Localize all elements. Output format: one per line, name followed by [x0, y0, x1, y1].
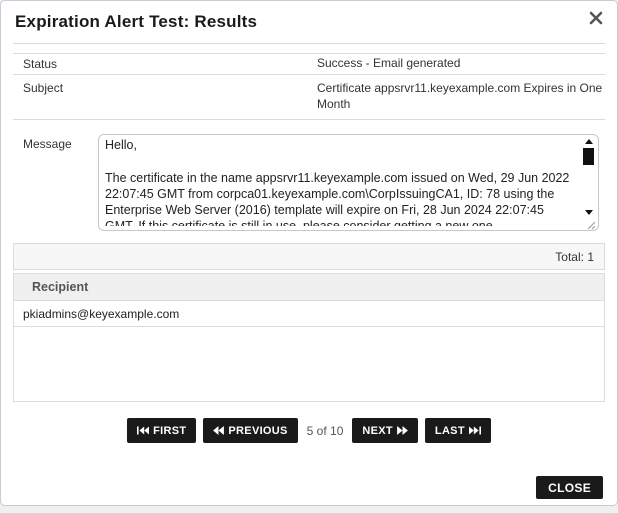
message-row: Message Hello, The certificate in the na… [13, 120, 605, 231]
subject-value: Certificate appsrvr11.keyexample.com Exp… [317, 77, 605, 116]
table-row: pkiadmins@keyexample.com [14, 301, 604, 327]
total-count: Total: 1 [555, 250, 594, 264]
subject-row: Subject Certificate appsrvr11.keyexample… [13, 74, 605, 120]
next-page-button[interactable]: NEXT [352, 418, 418, 443]
result-details: Status Success - Email generated Subject… [13, 53, 605, 231]
pagination-bar: FIRST PREVIOUS 5 of 10 NEXT LAST [1, 418, 617, 443]
scrollbar-thumb[interactable] [583, 148, 594, 165]
close-button[interactable]: CLOSE [536, 476, 603, 499]
message-textarea[interactable]: Hello, The certificate in the name appsr… [98, 134, 599, 231]
rewind-icon [213, 426, 224, 435]
scroll-down-icon[interactable] [585, 210, 593, 215]
recipient-email: pkiadmins@keyexample.com [23, 307, 179, 321]
status-row: Status Success - Email generated [13, 53, 605, 74]
message-scrollbar[interactable] [582, 138, 595, 215]
dialog-header: Expiration Alert Test: Results [1, 1, 617, 32]
skip-to-last-icon [469, 426, 481, 435]
close-icon[interactable] [587, 9, 605, 27]
fast-forward-icon [397, 426, 408, 435]
resize-grip-icon[interactable] [587, 219, 596, 228]
last-page-button[interactable]: LAST [425, 418, 491, 443]
recipients-table: Recipient pkiadmins@keyexample.com [13, 273, 605, 402]
message-label: Message [13, 134, 98, 231]
page-status: 5 of 10 [305, 424, 346, 438]
first-page-button[interactable]: FIRST [127, 418, 196, 443]
dialog-title: Expiration Alert Test: Results [15, 12, 603, 32]
subject-label: Subject [13, 77, 317, 116]
message-text: Hello, The certificate in the name appsr… [105, 137, 576, 226]
status-value: Success - Email generated [317, 56, 605, 72]
header-divider [13, 43, 605, 44]
scroll-up-icon[interactable] [585, 139, 593, 144]
dialog-footer: CLOSE [536, 476, 603, 499]
total-bar: Total: 1 [13, 243, 605, 270]
previous-page-button[interactable]: PREVIOUS [203, 418, 297, 443]
skip-to-first-icon [137, 426, 149, 435]
expiration-alert-results-dialog: Expiration Alert Test: Results Status Su… [0, 0, 618, 506]
status-label: Status [13, 57, 317, 71]
recipient-column-header: Recipient [14, 274, 604, 301]
recipients-panel: Total: 1 Recipient pkiadmins@keyexample.… [13, 243, 605, 402]
